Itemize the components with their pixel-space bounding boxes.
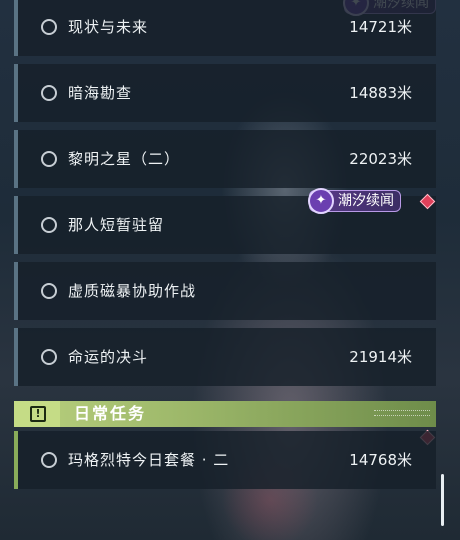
quest-name: 黎明之星（二） <box>68 150 181 168</box>
radio-circle-icon <box>41 283 57 299</box>
quest-item[interactable]: 黎明之星（二） 22023米 <box>14 130 436 188</box>
quest-name: 命运的决斗 <box>68 348 149 366</box>
exclamation-box-icon: ! <box>30 406 46 422</box>
quest-name: 暗海勘查 <box>68 84 133 102</box>
quest-distance: 21914米 <box>349 348 412 366</box>
quest-name: 那人短暂驻留 <box>68 216 165 234</box>
scrollbar[interactable] <box>441 474 444 526</box>
quest-distance: 14883米 <box>349 84 412 102</box>
decorative-lines <box>374 410 430 416</box>
quest-distance: 22023米 <box>349 150 412 168</box>
event-tag: ✦ 潮汐续闻 <box>308 188 401 214</box>
quest-item[interactable]: 虚质磁暴协助作战 <box>14 262 436 320</box>
daily-quest-item[interactable]: 玛格烈特今日套餐 · 二 14768米 <box>14 431 436 489</box>
quest-item[interactable]: 命运的决斗 21914米 <box>14 328 436 386</box>
quest-name: 玛格烈特今日套餐 · 二 <box>68 451 230 469</box>
section-icon-bg: ! <box>14 401 60 427</box>
quest-name: 现状与未来 <box>68 18 149 36</box>
radio-circle-icon <box>41 452 57 468</box>
sparkle-star-icon: ✦ <box>308 188 334 214</box>
radio-circle-icon <box>41 85 57 101</box>
event-tag-label: 潮汐续闻 <box>338 193 394 209</box>
quest-distance: 14768米 <box>349 451 412 469</box>
section-title: 日常任务 <box>74 404 147 423</box>
radio-circle-icon <box>41 19 57 35</box>
radio-circle-icon <box>41 349 57 365</box>
radio-circle-icon <box>41 151 57 167</box>
quest-item[interactable]: 现状与未来 14721米 <box>14 0 436 56</box>
radio-circle-icon <box>41 217 57 233</box>
quest-item[interactable]: 暗海勘查 14883米 <box>14 64 436 122</box>
quest-name: 虚质磁暴协助作战 <box>68 282 197 300</box>
daily-section-header[interactable]: ! 日常任务 <box>14 401 436 427</box>
quest-distance: 14721米 <box>349 18 412 36</box>
